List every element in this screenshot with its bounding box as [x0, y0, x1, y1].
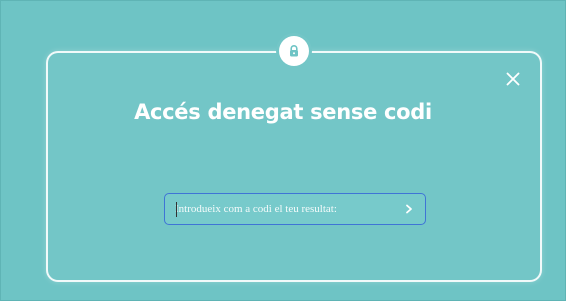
close-button[interactable] — [502, 68, 524, 90]
text-caret — [176, 202, 177, 217]
access-modal — [46, 51, 542, 282]
code-field[interactable] — [164, 193, 426, 225]
lock-badge — [279, 36, 309, 66]
modal-title: Accés denegat sense codi — [134, 100, 432, 124]
lock-icon — [290, 45, 298, 57]
close-icon — [506, 72, 520, 86]
chevron-right-icon — [406, 204, 412, 214]
submit-button[interactable] — [393, 194, 425, 224]
code-input[interactable] — [165, 194, 393, 224]
